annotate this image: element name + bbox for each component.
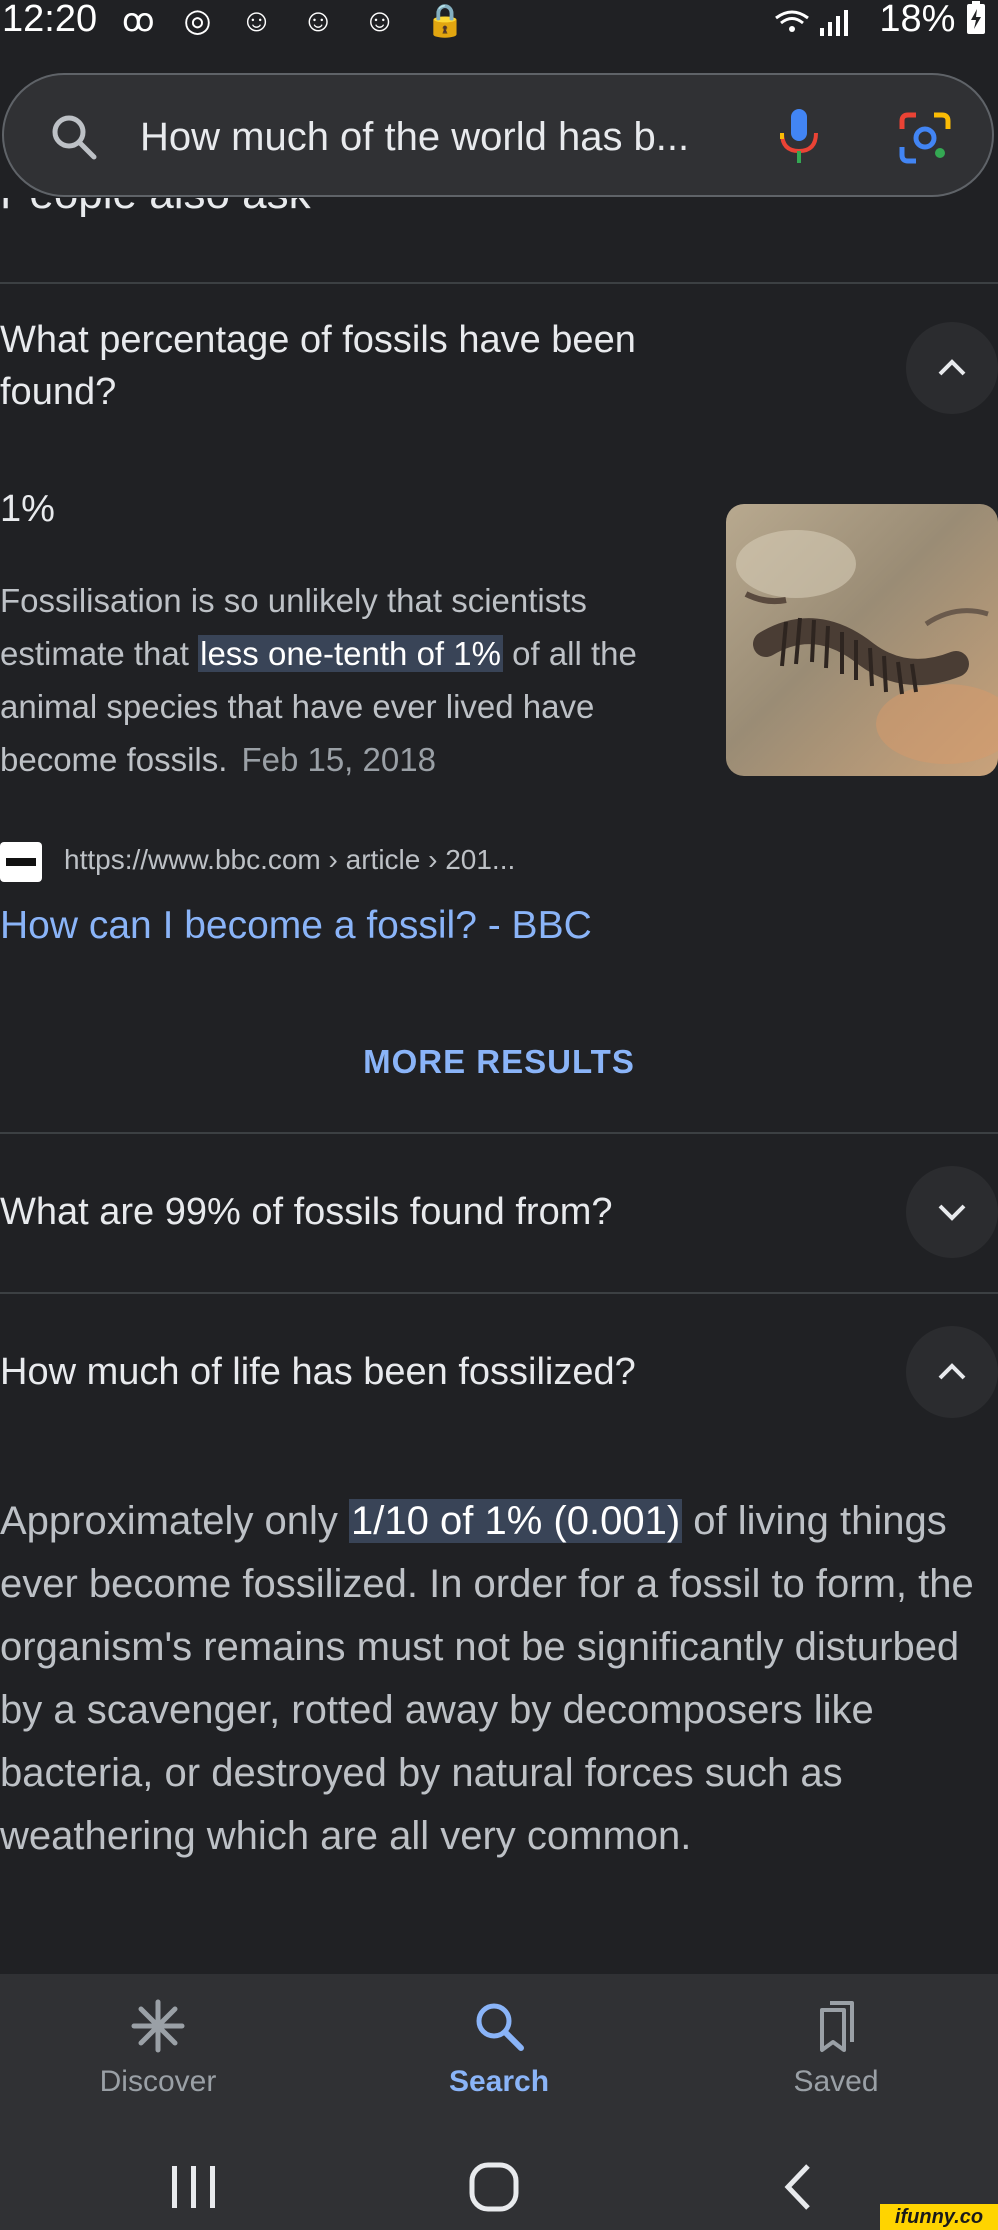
back-icon[interactable] [770,2162,830,2212]
chevron-up-icon [938,359,966,376]
recent-apps-icon[interactable] [164,2162,224,2212]
collapse-button[interactable] [906,1326,998,1418]
chevron-up-icon [938,1363,966,1380]
more-results-button[interactable]: MORE RESULTS [0,1040,998,1084]
status-time: 12:20 [2,0,98,40]
notification-icons: ꝏ ◎ ☺ ☺ ☺ 🔒 [122,2,475,38]
watermark-logo: ifunny.co [880,2204,998,2230]
divider [0,1132,998,1134]
question-title[interactable]: What are 99% of fossils found from? [0,1186,820,1238]
nav-saved[interactable]: Saved [736,1998,936,2118]
home-icon[interactable] [464,2162,524,2212]
google-lens-icon[interactable] [898,111,952,165]
search-icon[interactable] [50,113,98,161]
wifi-signal-icon [775,10,848,36]
discover-asterisk-icon [131,1999,185,2053]
system-navigation-bar [0,2140,998,2230]
fossil-image [726,504,998,776]
search-icon [476,2003,524,2051]
question-title[interactable]: How much of life has been fossilized? [0,1346,820,1398]
snippet-text: of living things ever become fossilized.… [0,1499,974,1858]
chevron-down-icon [938,1204,966,1221]
snippet-highlight: less one-tenth of 1% [198,635,503,672]
battery-charging-icon [967,1,985,34]
question-title[interactable]: What percentage of fossils have been fou… [0,314,760,418]
battery-percent: 18% [879,0,956,40]
divider [0,1292,998,1294]
snippet-text: Approximately only [0,1499,350,1543]
bbc-favicon-icon [0,842,42,882]
saved-bookmarks-icon [820,2001,854,2052]
bottom-navigation: Discover Search Saved [0,1974,998,2140]
snippet-date: Feb 15, 2018 [241,741,436,778]
nav-search[interactable]: Search [399,1998,599,2118]
snippet-highlight: 1/10 of 1% (0.001) [349,1499,683,1543]
fossil-thumbnail[interactable] [726,504,998,776]
nav-saved-label: Saved [793,2065,879,2098]
microphone-icon[interactable] [774,107,824,167]
people-also-ask-title: People also ask [0,198,311,220]
people-also-ask-header: People also ask [0,198,400,228]
battery-level: 18% [879,0,986,38]
featured-answer: 1% [0,488,55,530]
divider [0,282,998,284]
source-url[interactable]: https://www.bbc.com › article › 201... [64,838,515,882]
expand-button[interactable] [906,1166,998,1258]
answer-snippet: Fossilisation is so unlikely that scient… [0,574,700,786]
answer-snippet: Approximately only 1/10 of 1% (0.001) of… [0,1490,998,1868]
collapse-button[interactable] [906,322,998,414]
nav-search-label: Search [448,2065,550,2098]
status-bar: 12:20 ꝏ ◎ ☺ ☺ ☺ 🔒 18% [0,0,998,42]
nav-discover[interactable]: Discover [58,1998,258,2118]
nav-discover-label: Discover [99,2065,217,2098]
result-link[interactable]: How can I become a fossil? - BBC [0,900,592,952]
search-bar[interactable]: How much of the world has b... [2,73,994,197]
search-input[interactable]: How much of the world has b... [140,109,689,165]
